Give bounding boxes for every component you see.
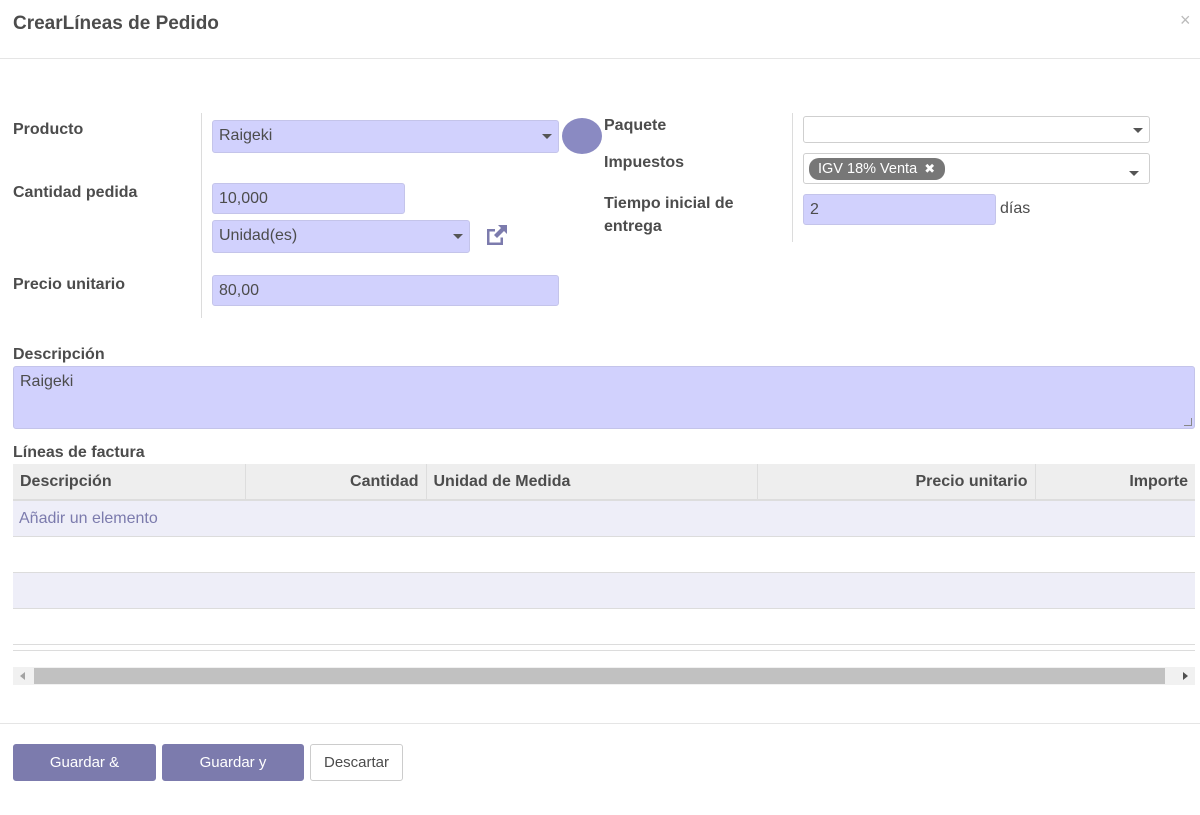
close-icon[interactable]: × xyxy=(1180,10,1191,31)
column-header-quantity[interactable]: Cantidad xyxy=(244,464,426,501)
product-label: Producto xyxy=(13,121,84,138)
product-select[interactable]: Raigeki xyxy=(212,120,559,153)
invoice-lines-label: Líneas de factura xyxy=(13,444,145,461)
footer-divider xyxy=(0,723,1200,724)
resize-handle[interactable] xyxy=(1184,418,1192,426)
table-row xyxy=(13,573,1195,609)
product-value: Raigeki xyxy=(219,127,273,144)
lead-time-unit: días xyxy=(1000,200,1031,217)
qty-input[interactable]: 10,000 xyxy=(212,183,405,214)
left-group-separator xyxy=(201,113,202,318)
right-group-separator xyxy=(792,113,793,242)
external-link-icon[interactable] xyxy=(484,223,510,247)
header-divider xyxy=(0,58,1200,59)
invoice-lines-table: Descripción Cantidad Unidad de Medida Pr… xyxy=(13,464,1195,651)
chevron-down-icon[interactable] xyxy=(1133,128,1143,133)
remove-tag-icon[interactable]: ✖ xyxy=(924,161,935,176)
scroll-thumb[interactable] xyxy=(34,668,1165,684)
package-select[interactable] xyxy=(803,116,1150,143)
column-header-description[interactable]: Descripción xyxy=(13,464,245,501)
description-value: Raigeki xyxy=(20,373,74,390)
lead-time-label: Tiempo inicial de entrega xyxy=(604,195,734,235)
price-label: Precio unitario xyxy=(13,276,126,293)
add-item-link[interactable]: Añadir un elemento xyxy=(13,510,158,527)
price-value: 80,00 xyxy=(219,282,260,299)
taxes-field[interactable]: IGV 18% Venta ✖ xyxy=(803,153,1150,184)
save-close-button[interactable]: Guardar & Cerrar xyxy=(13,744,156,806)
table-row xyxy=(13,537,1195,573)
dialog-title: CrearLíneas de Pedido xyxy=(13,13,219,34)
table-header-row: Descripción Cantidad Unidad de Medida Pr… xyxy=(13,464,1195,501)
column-header-unit-price[interactable]: Precio unitario xyxy=(756,464,1035,501)
description-textarea[interactable]: Raigeki xyxy=(13,366,1195,429)
tax-tag-label: IGV 18% Venta xyxy=(818,161,918,177)
uom-value: Unidad(es) xyxy=(219,227,298,244)
horizontal-scrollbar[interactable] xyxy=(13,667,1195,685)
chevron-down-icon[interactable] xyxy=(453,234,463,239)
qty-label: Cantidad pedida xyxy=(13,184,138,201)
uom-select[interactable]: Unidad(es) xyxy=(212,220,470,253)
package-label: Paquete xyxy=(604,117,667,134)
chevron-down-icon[interactable] xyxy=(542,134,552,139)
lead-time-input[interactable]: 2 xyxy=(803,194,996,225)
taxes-label: Impuestos xyxy=(604,154,685,171)
tip-bubble[interactable] xyxy=(562,118,602,154)
save-new-button[interactable]: Guardar y Nuevo xyxy=(162,744,304,806)
table-row xyxy=(13,609,1195,645)
description-label: Descripción xyxy=(13,346,105,363)
column-header-uom[interactable]: Unidad de Medida xyxy=(425,464,757,501)
add-line-row: Añadir un elemento xyxy=(13,501,1195,537)
discard-button[interactable]: Descartar xyxy=(310,744,403,781)
tax-tag: IGV 18% Venta ✖ xyxy=(809,158,946,180)
scroll-left-icon[interactable] xyxy=(20,672,25,680)
lead-time-value: 2 xyxy=(810,201,819,218)
chevron-down-icon[interactable] xyxy=(1129,171,1139,176)
qty-value: 10,000 xyxy=(219,190,268,207)
scroll-right-icon[interactable] xyxy=(1183,672,1188,680)
column-header-amount[interactable]: Importe xyxy=(1034,464,1195,501)
price-input[interactable]: 80,00 xyxy=(212,275,559,306)
table-footer xyxy=(13,645,1195,651)
